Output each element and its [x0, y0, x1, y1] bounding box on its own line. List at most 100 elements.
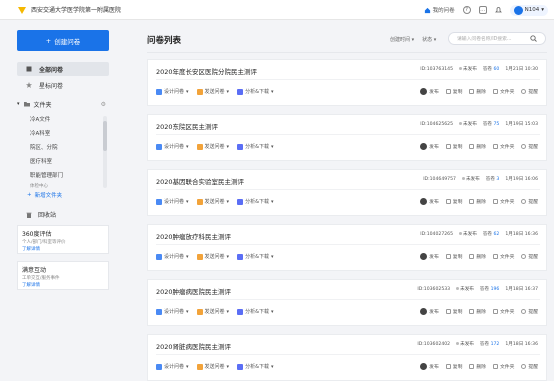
analyze-download-button[interactable]: 分析&下载 ▾ [237, 363, 273, 370]
send-survey-button[interactable]: 发送问卷 ▾ [196, 363, 230, 370]
survey-title[interactable]: 2020肿瘤病医院民主测评 [156, 286, 231, 296]
survey-title[interactable]: 2020肿瘤放疗科民主测评 [156, 231, 231, 241]
sidebar-item-recycle[interactable]: 回收站 [26, 210, 56, 219]
copy-button[interactable]: 复制 [445, 88, 462, 95]
delete-button[interactable]: 删除 [469, 198, 486, 205]
send-survey-button[interactable]: 发送问卷 ▾ [196, 198, 229, 205]
send-survey-button[interactable]: 发送问卷 ▾ [196, 253, 229, 260]
survey-date: 1月19日 15:03 [505, 122, 538, 127]
survey-card[interactable]: 2020肾脏病医院民主测评 ID:103602402 未发布 答卷 172 1月… [147, 334, 547, 381]
copy-button[interactable]: 复制 [445, 308, 462, 315]
remind-button[interactable]: 提醒 [521, 88, 538, 95]
analyze-download-button[interactable]: 分析&下载 ▾ [237, 88, 273, 95]
folder-item[interactable]: 体检中心 [30, 183, 48, 189]
survey-title[interactable]: 2020年度长安区医院分院民主测评 [156, 66, 257, 76]
folder-item[interactable]: 医疗科室 [30, 157, 52, 165]
sidebar-item-all[interactable]: 全部问卷 [17, 62, 109, 76]
publish-button[interactable]: 发布 [420, 143, 439, 150]
help-icon[interactable]: ? [462, 6, 471, 14]
folder-icon [492, 254, 498, 259]
promo-link[interactable]: 了解详情 [22, 246, 104, 252]
folder-section[interactable]: ▾ 文件夹 ⚙ [17, 98, 109, 110]
analyze-download-button[interactable]: 分析&下载 ▾ [237, 143, 273, 150]
survey-card[interactable]: 2020年度长安区医院分院民主测评 ID:103763145 未发布 答卷 60… [147, 59, 547, 106]
remind-button[interactable]: 提醒 [521, 198, 538, 205]
my-survey-link[interactable]: 我的问卷 [424, 6, 455, 14]
promo-card-360[interactable]: 360度评估 个人/部门/科室等评价 了解详情 [17, 225, 109, 254]
new-folder-button[interactable]: + 新增文件夹 [27, 191, 62, 199]
chart-icon [237, 363, 244, 370]
remind-button[interactable]: 提醒 [521, 253, 538, 260]
folder-item[interactable]: 职能管理部门 [30, 171, 63, 179]
send-survey-button[interactable]: 发送问卷 ▾ [196, 143, 229, 150]
survey-card[interactable]: 2020东院区民主测评 ID:104625625 未发布 答卷 75 1月19日… [147, 114, 547, 161]
status-text: 未发布 [460, 342, 474, 347]
survey-card[interactable]: 2020肿瘤放疗科民主测评 ID:104027265 未发布 答卷 62 1月1… [147, 224, 547, 271]
remind-button[interactable]: 提醒 [521, 308, 538, 315]
publish-button[interactable]: 发布 [420, 88, 439, 95]
promo-card-interaction[interactable]: 满意互动 工单交互/服务事件 了解详情 [17, 261, 109, 290]
search-icon[interactable] [530, 35, 537, 42]
delete-button[interactable]: 删除 [469, 363, 486, 370]
send-survey-button[interactable]: 发送问卷 ▾ [196, 308, 230, 315]
promo-link[interactable]: 了解详情 [22, 282, 104, 288]
survey-card[interactable]: 2020肿瘤病医院民主测评 ID:103602533 未发布 答卷 196 1月… [147, 279, 547, 326]
delete-button[interactable]: 删除 [469, 253, 486, 260]
copy-button[interactable]: 复制 [445, 143, 462, 150]
chevron-down-icon: ▾ [226, 308, 230, 315]
user-menu[interactable]: N104 ▾ [509, 4, 548, 16]
chevron-down-icon: ▾ [226, 363, 230, 370]
delete-button[interactable]: 删除 [469, 143, 486, 150]
design-survey-button[interactable]: 设计问卷 ▾ [156, 143, 189, 150]
design-survey-button[interactable]: 设计问卷 ▾ [156, 253, 189, 260]
search-input[interactable]: 请输入问卷名称/ID搜索... [448, 32, 546, 45]
copy-button[interactable]: 复制 [445, 253, 462, 260]
folder-item[interactable]: 冷A文件 [30, 115, 50, 123]
send-survey-button[interactable]: 发送问卷 ▾ [196, 88, 229, 95]
survey-id: ID:104625625 [420, 121, 454, 127]
analyze-download-button[interactable]: 分析&下载 ▾ [237, 198, 273, 205]
copy-button[interactable]: 复制 [445, 198, 462, 205]
survey-title[interactable]: 2020肾脏病医院民主测评 [156, 341, 231, 351]
move-folder-button[interactable]: 文件夹 [492, 363, 514, 370]
folder-scrollbar-thumb[interactable] [103, 121, 107, 151]
delete-button[interactable]: 删除 [469, 88, 486, 95]
sidebar-item-starred[interactable]: 星标问卷 [17, 78, 109, 92]
survey-title[interactable]: 2020基因联合实验室民主测评 [156, 176, 244, 186]
publish-button[interactable]: 发布 [420, 308, 439, 315]
analyze-download-button[interactable]: 分析&下载 ▾ [237, 253, 273, 260]
copy-button[interactable]: 复制 [445, 363, 462, 370]
remind-button[interactable]: 提醒 [521, 143, 538, 150]
analyze-download-button[interactable]: 分析&下载 ▾ [237, 308, 273, 315]
survey-date: 1月21日 10:30 [505, 67, 538, 72]
publish-button[interactable]: 发布 [420, 363, 439, 370]
bell-icon[interactable] [494, 6, 502, 14]
publish-button[interactable]: 发布 [420, 253, 439, 260]
design-survey-button[interactable]: 设计问卷 ▾ [156, 308, 189, 315]
sort-by-time-dropdown[interactable]: 创建时间 ▾ [390, 36, 414, 43]
survey-title[interactable]: 2020东院区民主测评 [156, 121, 218, 131]
folder-item[interactable]: 院区、分院 [30, 143, 58, 151]
remind-button[interactable]: 提醒 [521, 363, 538, 370]
design-survey-button[interactable]: 设计问卷 ▾ [156, 363, 189, 370]
status-filter-dropdown[interactable]: 状态 ▾ [422, 36, 436, 43]
delete-button[interactable]: 删除 [469, 308, 486, 315]
chart-icon [237, 88, 244, 95]
publish-button[interactable]: 发布 [420, 198, 439, 205]
folder-settings-icon[interactable]: ⚙ [101, 101, 106, 108]
design-survey-button[interactable]: 设计问卷 ▾ [156, 198, 189, 205]
survey-card[interactable]: 2020基因联合实验室民主测评 ID:104649757 未发布 答卷 3 1月… [147, 169, 547, 216]
trash-icon [469, 309, 475, 314]
move-folder-button[interactable]: 文件夹 [492, 308, 514, 315]
move-folder-button[interactable]: 文件夹 [492, 198, 514, 205]
create-survey-button[interactable]: + 创建问卷 [17, 30, 109, 51]
folder-item[interactable]: 冷A科室 [30, 129, 50, 137]
move-folder-button[interactable]: 文件夹 [492, 88, 514, 95]
chat-icon[interactable]: … [478, 6, 487, 14]
move-folder-button[interactable]: 文件夹 [492, 143, 514, 150]
plus-icon: + [45, 36, 52, 45]
op-label: 提醒 [528, 310, 538, 315]
design-survey-button[interactable]: 设计问卷 ▾ [156, 88, 189, 95]
chart-icon [237, 253, 244, 260]
move-folder-button[interactable]: 文件夹 [492, 253, 514, 260]
